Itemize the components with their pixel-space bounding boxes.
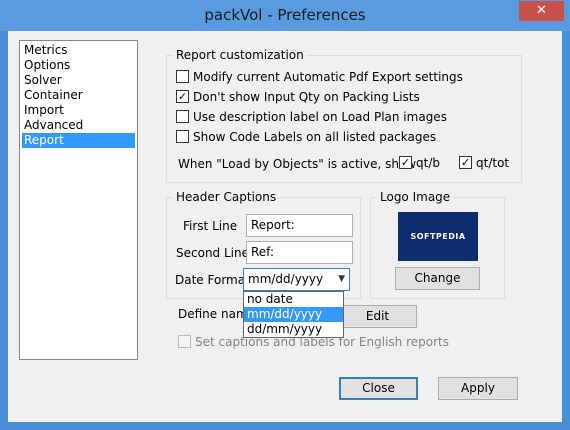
date-format-select[interactable]: mm/dd/yyyy ▼ — [243, 268, 350, 291]
title-bar[interactable]: packVol - Preferences ✕ — [0, 0, 570, 31]
option-label: Modify current Automatic Pdf Export sett… — [193, 70, 463, 84]
chevron-down-icon[interactable]: ▼ — [338, 269, 345, 290]
logo-preview: SOFTPEDIA — [398, 212, 478, 261]
logo-image-group: Logo Image SOFTPEDIA Change — [370, 190, 505, 299]
window-title: packVol - Preferences — [204, 6, 366, 24]
change-logo-button[interactable]: Change — [395, 267, 480, 290]
checkbox[interactable] — [176, 130, 189, 143]
option-modify-pdf-export[interactable]: Modify current Automatic Pdf Export sett… — [176, 70, 463, 86]
checkbox-checked[interactable]: ✓ — [399, 156, 412, 169]
dropdown-option-no-date[interactable]: no date — [244, 292, 343, 307]
logo-image-title: Logo Image — [377, 190, 454, 204]
logo-text: SOFTPEDIA — [410, 232, 466, 241]
qtb-label: qt/b — [416, 156, 440, 170]
option-label: Don't show Input Qty on Packing Lists — [193, 90, 420, 104]
dropdown-option-dd-mm-yyyy[interactable]: dd/mm/yyyy — [244, 322, 343, 337]
second-line-input[interactable]: Ref: — [246, 241, 353, 264]
category-item-metrics[interactable]: Metrics — [22, 43, 135, 58]
category-item-report[interactable]: Report — [22, 133, 135, 148]
checkbox-disabled[interactable] — [178, 335, 191, 348]
load-by-objects-label: When "Load by Objects" is active, show — [178, 157, 417, 171]
qtb-option[interactable]: ✓ qt/b — [399, 156, 440, 172]
option-label: Use description label on Load Plan image… — [193, 110, 447, 124]
category-item-solver[interactable]: Solver — [22, 73, 135, 88]
category-list[interactable]: Metrics Options Solver Container Import … — [19, 40, 138, 360]
date-format-dropdown[interactable]: no date mm/dd/yyyy dd/mm/yyyy — [243, 291, 344, 338]
preferences-window: packVol - Preferences ✕ Metrics Options … — [0, 0, 570, 430]
checkbox-checked[interactable]: ✓ — [176, 90, 189, 103]
option-description-label[interactable]: Use description label on Load Plan image… — [176, 110, 447, 126]
category-item-options[interactable]: Options — [22, 58, 135, 73]
close-button[interactable]: Close — [339, 377, 418, 400]
checkbox[interactable] — [176, 110, 189, 123]
checkbox[interactable] — [176, 70, 189, 83]
report-customization-group: Report customization Modify current Auto… — [166, 48, 522, 183]
option-hide-input-qty[interactable]: ✓ Don't show Input Qty on Packing Lists — [176, 90, 420, 106]
close-window-button[interactable]: ✕ — [519, 1, 564, 21]
option-show-code-labels[interactable]: Show Code Labels on all listed packages — [176, 130, 436, 146]
category-item-advanced[interactable]: Advanced — [22, 118, 135, 133]
category-item-container[interactable]: Container — [22, 88, 135, 103]
first-line-label: First Line — [183, 219, 238, 233]
close-icon: ✕ — [536, 3, 547, 18]
date-format-value: mm/dd/yyyy — [248, 272, 324, 286]
option-label: Show Code Labels on all listed packages — [193, 130, 437, 144]
second-line-label: Second Line — [176, 246, 249, 260]
report-customization-title: Report customization — [173, 48, 307, 62]
edit-names-button[interactable]: Edit — [338, 305, 417, 328]
header-captions-title: Header Captions — [173, 190, 280, 204]
client-area: Metrics Options Solver Container Import … — [8, 31, 562, 422]
first-line-input[interactable]: Report: — [246, 214, 353, 237]
qttot-option[interactable]: ✓ qt/tot — [459, 156, 509, 172]
dropdown-option-mm-dd-yyyy[interactable]: mm/dd/yyyy — [244, 307, 343, 322]
apply-button[interactable]: Apply — [438, 377, 518, 400]
checkbox-checked[interactable]: ✓ — [459, 156, 472, 169]
qttot-label: qt/tot — [476, 156, 510, 170]
category-item-import[interactable]: Import — [22, 103, 135, 118]
header-captions-group: Header Captions First Line Report: Secon… — [166, 190, 361, 299]
date-format-label: Date Format — [175, 273, 250, 287]
